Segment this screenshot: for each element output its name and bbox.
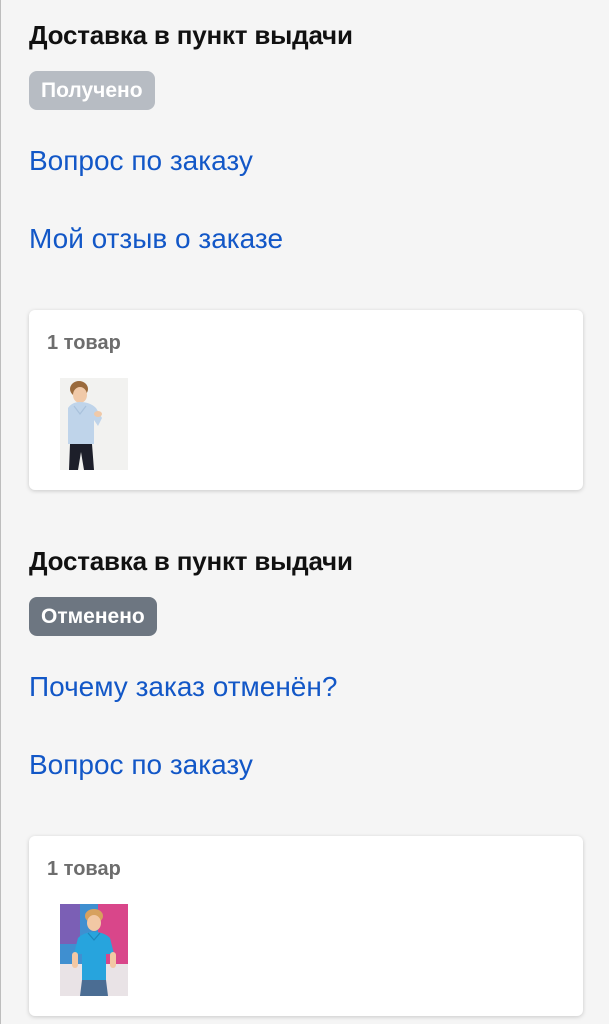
why-cancelled-link[interactable]: Почему заказ отменён? bbox=[29, 669, 583, 705]
items-count: 1 товар bbox=[47, 858, 121, 880]
status-badge: Отменено bbox=[29, 597, 157, 636]
order-card: Доставка в пункт выдачи Получено Вопрос … bbox=[29, 18, 583, 490]
items-count: 1 товар bbox=[47, 332, 121, 354]
delivery-title: Доставка в пункт выдачи bbox=[29, 546, 353, 576]
status-badge: Получено bbox=[29, 71, 155, 110]
orders-list: Доставка в пункт выдачи Получено Вопрос … bbox=[0, 0, 609, 1024]
my-review-link[interactable]: Мой отзыв о заказе bbox=[29, 221, 583, 257]
product-thumbnail[interactable] bbox=[60, 378, 128, 470]
product-image-boy-light-blue-sweater bbox=[60, 378, 128, 470]
order-question-link[interactable]: Вопрос по заказу bbox=[29, 143, 583, 179]
delivery-title: Доставка в пункт выдачи bbox=[29, 20, 353, 50]
order-items-card[interactable]: 1 товар bbox=[29, 310, 583, 490]
product-image-boy-blue-polo bbox=[60, 904, 128, 996]
product-thumbnail[interactable] bbox=[60, 904, 128, 996]
order-question-link[interactable]: Вопрос по заказу bbox=[29, 747, 583, 783]
order-items-card[interactable]: 1 товар bbox=[29, 836, 583, 1016]
order-card: Доставка в пункт выдачи Отменено Почему … bbox=[29, 544, 583, 1016]
